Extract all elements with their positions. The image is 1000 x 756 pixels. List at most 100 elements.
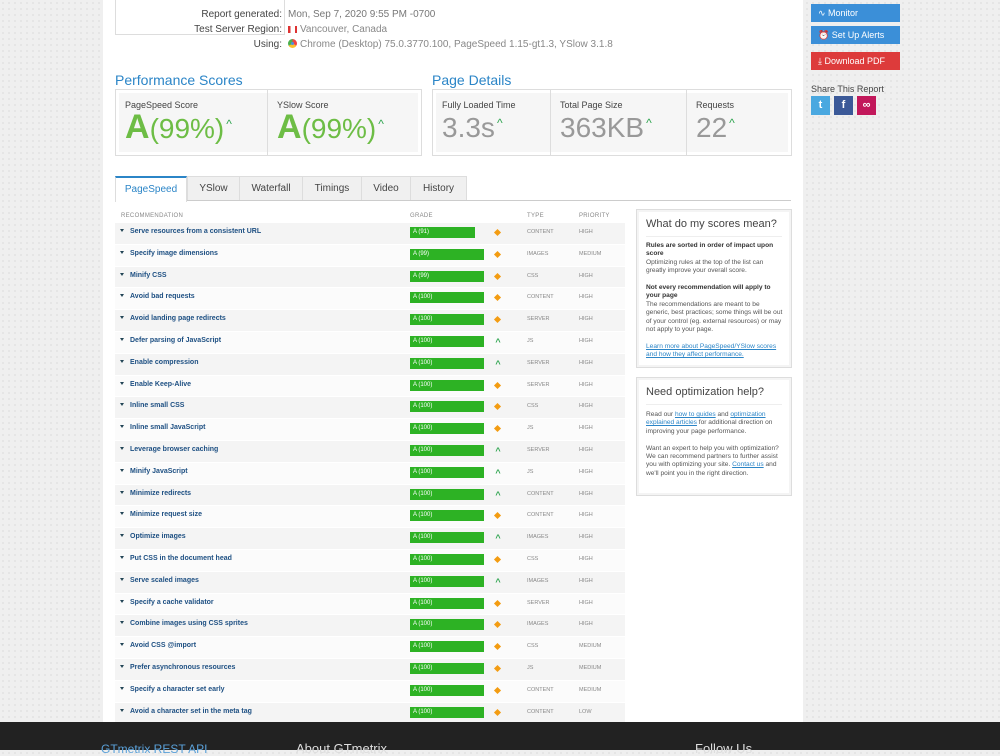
caret-down-icon[interactable]	[120, 403, 124, 407]
caret-down-icon[interactable]	[120, 337, 124, 341]
recommendation-name[interactable]: Inline small JavaScript	[130, 424, 205, 431]
page-details-box: Fully Loaded Time 3.3s ^ Total Page Size …	[432, 89, 792, 156]
table-row[interactable]: Combine images using CSS sprites A (100) I…	[115, 615, 625, 638]
up-arrow-icon: ^	[495, 576, 501, 587]
table-row[interactable]: Minify CSS A (99) CSS HIGH	[115, 266, 625, 289]
recommendation-name[interactable]: Serve resources from a consistent URL	[130, 228, 261, 235]
footer-api-link[interactable]: GTmetrix REST API	[101, 742, 207, 756]
recommendation-name[interactable]: Minimize request size	[130, 511, 202, 518]
caret-down-icon[interactable]	[120, 664, 124, 668]
caret-down-icon[interactable]	[120, 425, 124, 429]
caret-down-icon[interactable]	[120, 229, 124, 232]
table-row[interactable]: Serve scaled images A (100) ^ IMAGES HIGH	[115, 571, 625, 594]
recommendation-name[interactable]: Specify image dimensions	[130, 250, 218, 257]
tab-timings[interactable]: Timings	[302, 176, 362, 200]
recommendation-name[interactable]: Combine images using CSS sprites	[130, 620, 248, 627]
caret-down-icon[interactable]	[120, 468, 124, 472]
caret-down-icon[interactable]	[120, 686, 124, 690]
recommendation-name[interactable]: Prefer asynchronous resources	[130, 664, 235, 671]
how-to-guides-link[interactable]: how to guides	[675, 411, 716, 418]
caret-down-icon[interactable]	[120, 643, 124, 647]
recommendation-name[interactable]: Inline small CSS	[130, 402, 184, 409]
recommendation-priority: HIGH	[579, 599, 593, 606]
download-pdf-button[interactable]: ⤓ Download PDF	[811, 52, 900, 70]
caret-down-icon[interactable]	[120, 599, 124, 603]
link-icon[interactable]: ∞	[857, 96, 876, 115]
caret-down-icon[interactable]	[120, 381, 124, 385]
facebook-icon[interactable]: f	[834, 96, 853, 115]
caret-down-icon[interactable]	[120, 577, 124, 581]
recommendation-name[interactable]: Enable compression	[130, 359, 198, 366]
recommendation-name[interactable]: Defer parsing of JavaScript	[130, 337, 221, 344]
table-row[interactable]: Inline small JavaScript A (100) JS HIGH	[115, 419, 625, 441]
recommendation-name[interactable]: Put CSS in the document head	[130, 555, 232, 562]
recommendation-name[interactable]: Avoid bad requests	[130, 293, 195, 300]
caret-down-icon[interactable]	[120, 534, 124, 538]
tab-yslow[interactable]: YSlow	[187, 176, 240, 200]
alerts-label: Set Up Alerts	[831, 30, 885, 40]
recommendation-name[interactable]: Minify CSS	[130, 272, 167, 279]
table-row[interactable]: Put CSS in the document head A (100) CSS HI…	[115, 549, 625, 572]
caret-down-icon[interactable]	[120, 316, 124, 320]
caret-down-icon[interactable]	[120, 294, 124, 298]
table-row[interactable]: Serve resources from a consistent URL A (…	[115, 223, 625, 245]
table-row[interactable]: Avoid bad requests A (100) CONTENT HIGH	[115, 288, 625, 311]
tab-video[interactable]: Video	[361, 176, 411, 200]
header-priority: PRIORITY	[579, 213, 610, 219]
recommendation-name[interactable]: Avoid landing page redirects	[130, 315, 226, 322]
table-row[interactable]: Enable compression A (100) ^ SERVER HIGH	[115, 353, 625, 376]
up-arrow-icon: ^	[495, 533, 501, 544]
twitter-icon[interactable]: t	[811, 96, 830, 115]
table-row[interactable]: Inline small CSS A (100) CSS HIGH	[115, 397, 625, 420]
pagespeed-pct: (99%)	[149, 113, 225, 144]
recommendation-name[interactable]: Minimize redirects	[130, 490, 191, 497]
caret-down-icon[interactable]	[120, 708, 124, 712]
recommendation-name[interactable]: Minify JavaScript	[130, 468, 188, 475]
table-row[interactable]: Minimize redirects A (100) ^ CONTENT HIGH	[115, 484, 625, 507]
recommendation-name[interactable]: Avoid CSS @import	[130, 642, 196, 649]
recommendation-name[interactable]: Serve scaled images	[130, 577, 199, 584]
table-row[interactable]: Specify a character set early A (100) CONT…	[115, 680, 625, 703]
grade-bar: A (100)	[410, 423, 484, 435]
recommendation-type: IMAGES	[527, 577, 549, 584]
table-row[interactable]: Specify a cache validator A (100) SERVER HI…	[115, 593, 625, 616]
recommendation-name[interactable]: Optimize images	[130, 533, 186, 540]
learn-more-link[interactable]: Learn more about PageSpeed/YSlow scores …	[646, 343, 776, 358]
caret-down-icon[interactable]	[120, 359, 124, 363]
table-row[interactable]: Minify JavaScript A (100) ^ JS HIGH	[115, 462, 625, 485]
table-row[interactable]: Optimize images A (100) ^ IMAGES HIGH	[115, 528, 625, 550]
tab-pagespeed[interactable]: PageSpeed	[115, 176, 187, 202]
table-row[interactable]: Enable Keep-Alive A (100) SERVER HIGH	[115, 375, 625, 398]
table-row[interactable]: Prefer asynchronous resources A (100) JS ME…	[115, 658, 625, 681]
recommendation-name[interactable]: Enable Keep-Alive	[130, 381, 191, 388]
recommendation-name[interactable]: Avoid a character set in the meta tag	[130, 708, 252, 715]
recommendation-type: CONTENT	[527, 686, 554, 693]
tab-history[interactable]: History	[410, 176, 467, 200]
caret-down-icon[interactable]	[120, 621, 124, 625]
contact-us-link[interactable]: Contact us	[732, 461, 764, 468]
recommendation-name[interactable]: Leverage browser caching	[130, 446, 218, 453]
recommendation-name[interactable]: Specify a cache validator	[130, 599, 214, 606]
tab-waterfall[interactable]: Waterfall	[239, 176, 303, 200]
caret-down-icon[interactable]	[120, 490, 124, 494]
caret-down-icon[interactable]	[120, 272, 124, 276]
recommendation-type: CSS	[527, 643, 539, 650]
table-row[interactable]: Avoid landing page redirects A (100) SERVE…	[115, 310, 625, 332]
recommendation-priority: MEDIUM	[579, 643, 602, 650]
footer: GTmetrix REST API About GTmetrix Follow …	[0, 722, 1000, 756]
recommendation-name[interactable]: Specify a character set early	[130, 686, 225, 693]
monitor-button[interactable]: ∿ Monitor	[811, 4, 900, 22]
table-row[interactable]: Specify image dimensions A (99) IMAGES MEDI…	[115, 244, 625, 267]
table-row[interactable]: Minimize request size A (100) CONTENT HIGH	[115, 506, 625, 529]
caret-down-icon[interactable]	[120, 446, 124, 450]
scores-box-text: Rules are sorted in order of impact upon…	[646, 242, 784, 360]
scores-box-text-2: The recommendations are meant to be gene…	[646, 300, 783, 334]
set-up-alerts-button[interactable]: ⏰ Set Up Alerts	[811, 26, 900, 44]
table-row[interactable]: Defer parsing of JavaScript A (100) ^ JS HIG…	[115, 331, 625, 354]
grade-bar: A (99)	[410, 270, 484, 282]
table-row[interactable]: Avoid CSS @import A (100) CSS MEDIUM	[115, 637, 625, 659]
table-row[interactable]: Leverage browser caching A (100) ^ SERVER HI…	[115, 440, 625, 463]
caret-down-icon[interactable]	[120, 250, 124, 254]
caret-down-icon[interactable]	[120, 512, 124, 516]
caret-down-icon[interactable]	[120, 555, 124, 559]
